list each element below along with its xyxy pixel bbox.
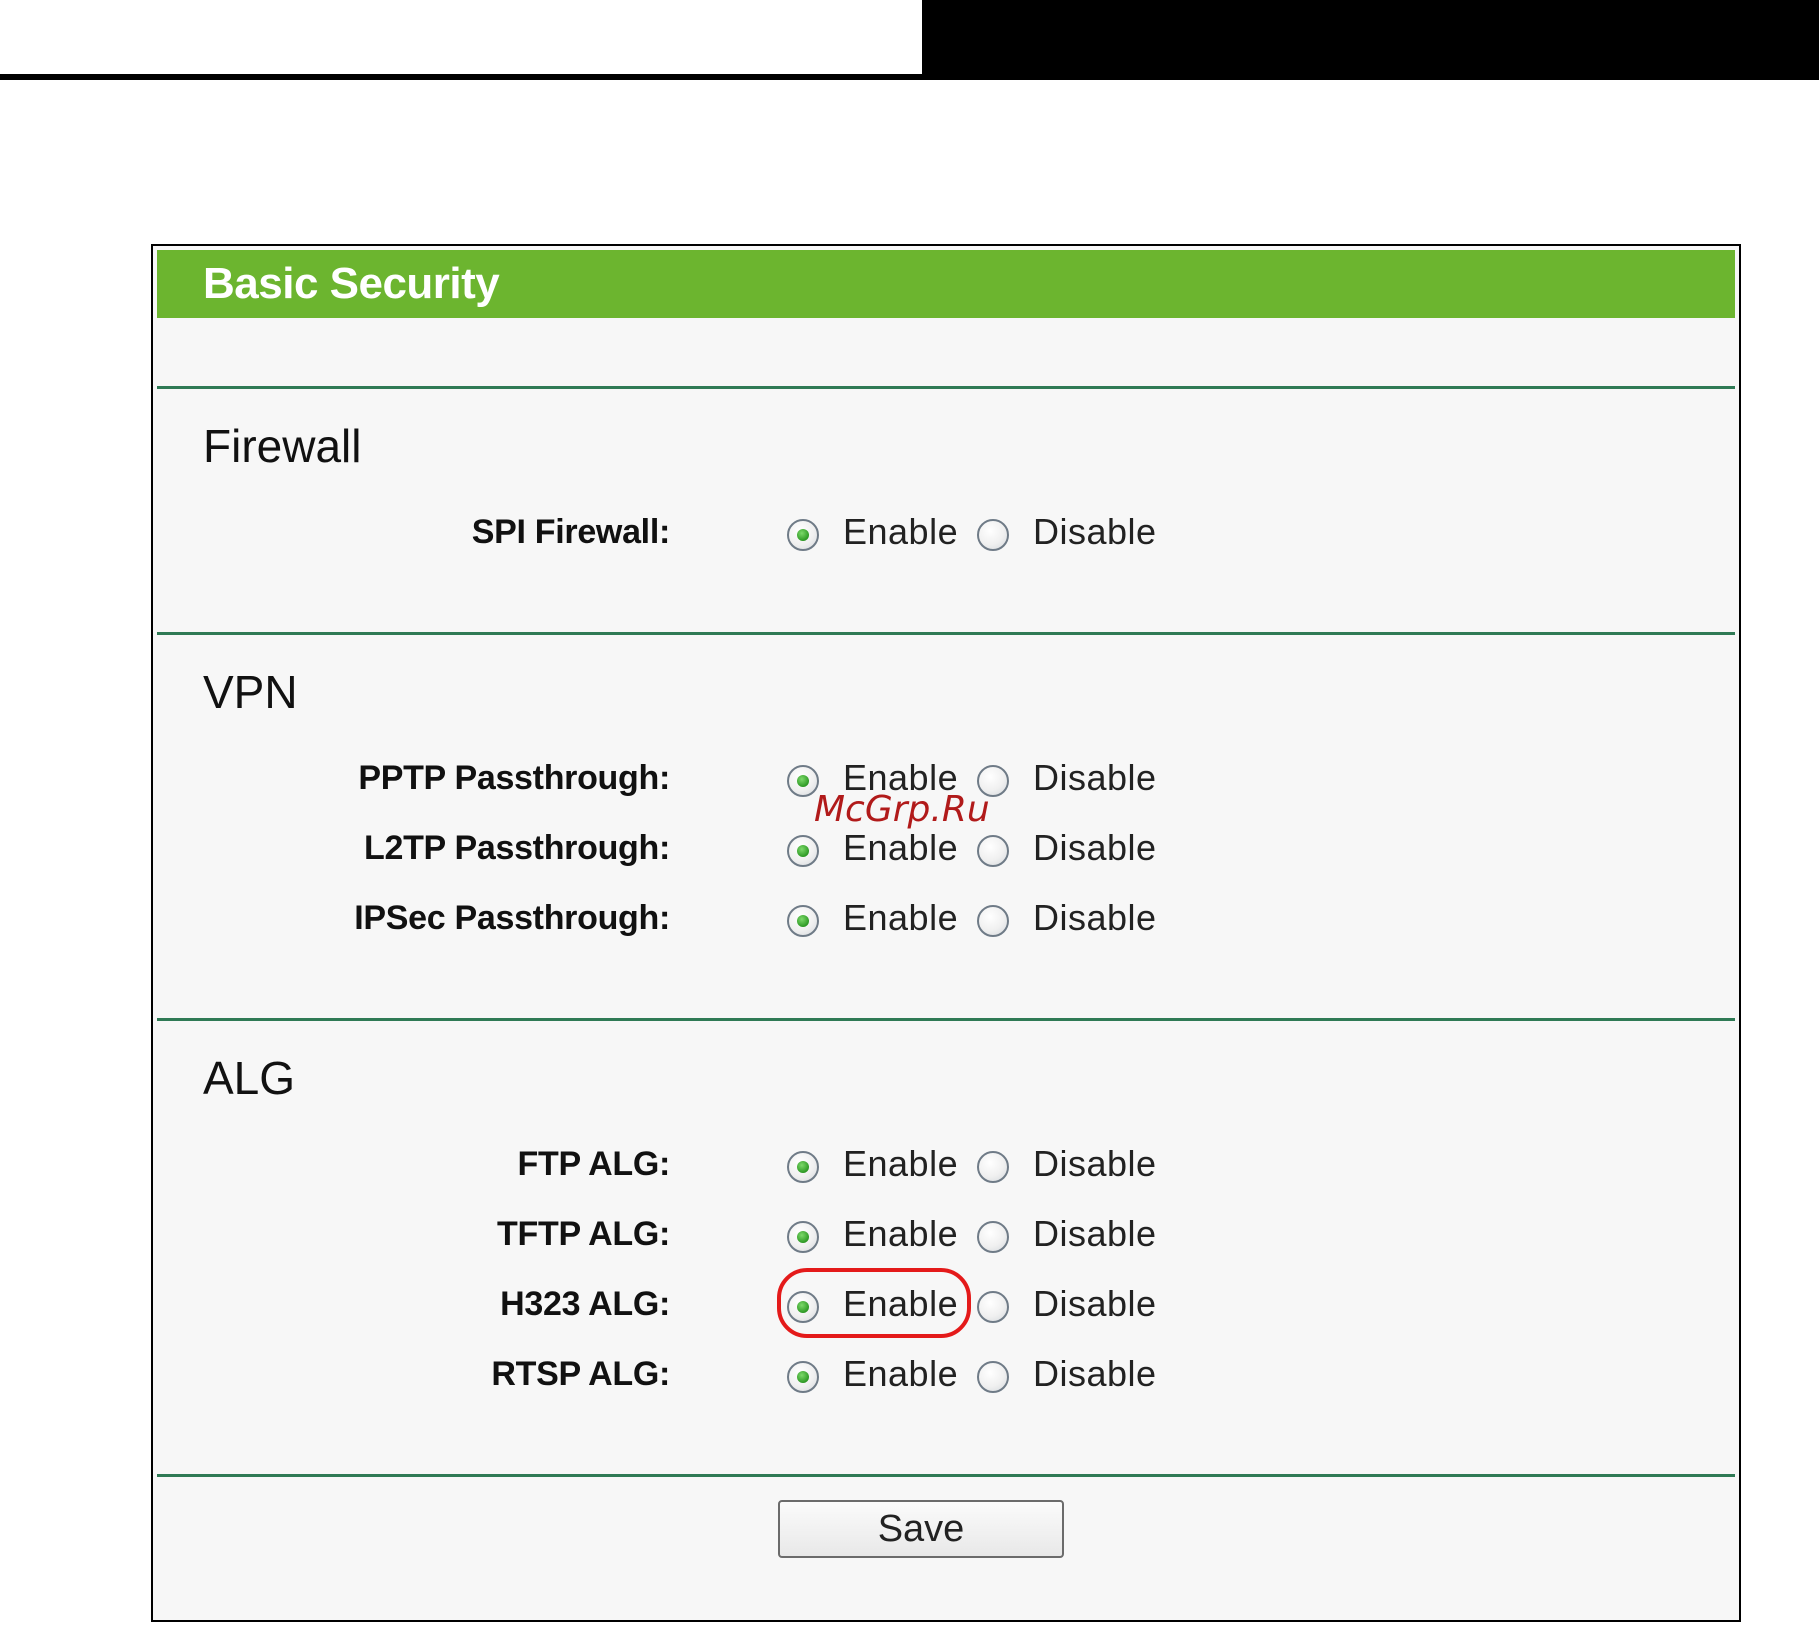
divider [157,632,1735,635]
row-label: H323 ALG: [500,1285,670,1323]
radio-checked-icon[interactable] [787,1221,819,1253]
option-label: Enable [843,1143,959,1184]
rtsp-alg-disable-option[interactable]: Disable [977,1346,1157,1402]
option-label: Disable [1033,1283,1157,1324]
panel-header: Basic Security [157,250,1735,318]
row-spi-firewall: SPI Firewall: Enable Disable [157,504,1735,560]
panel-title: Basic Security [203,259,500,308]
row-label: FTP ALG: [517,1145,671,1183]
radio-unchecked-icon[interactable] [977,1361,1009,1393]
spi-firewall-enable-option[interactable]: Enable [787,504,958,560]
ftp-alg-disable-option[interactable]: Disable [977,1136,1157,1192]
divider [157,386,1735,389]
row-label: L2TP Passthrough: [364,829,670,867]
row-tftp-alg: TFTP ALG: Enable Disable [157,1206,1735,1262]
radio-unchecked-icon[interactable] [977,905,1009,937]
radio-checked-icon[interactable] [787,905,819,937]
radio-checked-icon[interactable] [787,1361,819,1393]
option-label: Disable [1033,757,1157,798]
divider [157,1018,1735,1021]
row-ftp-alg: FTP ALG: Enable Disable [157,1136,1735,1192]
section-title-vpn: VPN [203,666,298,718]
option-label: Disable [1033,511,1157,552]
watermark-text: McGrp.Ru [814,789,990,830]
option-label: Disable [1033,1143,1157,1184]
ipsec-enable-option[interactable]: Enable [787,890,958,946]
section-title-alg: ALG [203,1052,296,1104]
h323-alg-disable-option[interactable]: Disable [977,1276,1157,1332]
tftp-alg-enable-option[interactable]: Enable [787,1206,958,1262]
manual-page: Basic Security Firewall SPI Firewall: En… [0,0,1819,1625]
radio-checked-icon[interactable] [787,1151,819,1183]
page-header-rule [0,74,1819,80]
radio-unchecked-icon[interactable] [977,1291,1009,1323]
radio-unchecked-icon[interactable] [977,1221,1009,1253]
ftp-alg-enable-option[interactable]: Enable [787,1136,958,1192]
tftp-alg-disable-option[interactable]: Disable [977,1206,1157,1262]
option-label: Disable [1033,1353,1157,1394]
h323-alg-enable-option[interactable]: Enable [787,1276,958,1332]
option-label: Disable [1033,1213,1157,1254]
divider [157,1474,1735,1477]
rtsp-alg-enable-option[interactable]: Enable [787,1346,958,1402]
radio-unchecked-icon[interactable] [977,519,1009,551]
row-label: PPTP Passthrough: [358,759,670,797]
radio-checked-icon[interactable] [787,1291,819,1323]
row-label: SPI Firewall: [471,513,671,551]
radio-unchecked-icon[interactable] [977,1151,1009,1183]
radio-unchecked-icon[interactable] [977,835,1009,867]
basic-security-panel: Basic Security Firewall SPI Firewall: En… [151,244,1741,1622]
save-button[interactable]: Save [778,1500,1064,1558]
ipsec-disable-option[interactable]: Disable [977,890,1157,946]
option-label: Enable [843,1353,959,1394]
row-rtsp-alg: RTSP ALG: Enable Disable [157,1346,1735,1402]
option-label: Enable [843,1213,959,1254]
panel-body: Basic Security Firewall SPI Firewall: En… [157,250,1735,1616]
row-label: RTSP ALG: [491,1355,670,1393]
row-h323-alg: H323 ALG: Enable Disable [157,1268,1735,1338]
radio-checked-icon[interactable] [787,835,819,867]
row-ipsec-passthrough: IPSec Passthrough: Enable Disable [157,890,1735,946]
section-title-firewall: Firewall [203,420,362,472]
l2tp-disable-option[interactable]: Disable [977,820,1157,876]
row-label: IPSec Passthrough: [354,899,670,937]
option-label: Enable [843,897,959,938]
spi-firewall-disable-option[interactable]: Disable [977,504,1157,560]
option-label: Disable [1033,897,1157,938]
option-label: Enable [843,511,959,552]
row-label: TFTP ALG: [497,1215,670,1253]
option-label: Enable [843,1283,959,1324]
radio-checked-icon[interactable] [787,519,819,551]
page-header-bar [922,0,1819,76]
pptp-disable-option[interactable]: Disable [977,750,1157,806]
option-label: Disable [1033,827,1157,868]
